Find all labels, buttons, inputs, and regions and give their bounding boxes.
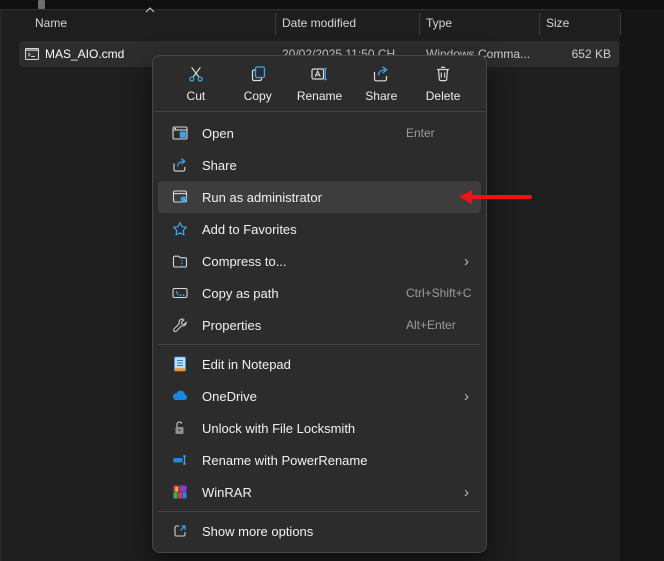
menu-item-run-as-administrator[interactable]: Run as administrator: [158, 181, 481, 213]
menu-item-label: Unlock with File Locksmith: [202, 421, 355, 436]
compress-icon: [171, 252, 189, 270]
winrar-icon: [171, 483, 189, 501]
quick-action-label: Share: [365, 89, 397, 103]
file-size: 652 KB: [572, 47, 611, 61]
favorites-star-icon: [171, 220, 189, 238]
quick-actions-bar: Cut Copy Rename: [153, 56, 486, 112]
toolbar-remnant: [38, 0, 45, 9]
menu-item-add-to-favorites[interactable]: Add to Favorites: [158, 213, 481, 245]
quick-action-share[interactable]: Share: [350, 60, 412, 108]
run-admin-icon: [171, 188, 189, 206]
notepad-icon: [171, 355, 189, 373]
menu-item-winrar[interactable]: WinRAR ›: [158, 476, 481, 508]
open-icon: [171, 124, 189, 142]
arrow-shaft: [470, 195, 532, 199]
submenu-chevron-icon: ›: [464, 389, 469, 404]
menu-item-label: Add to Favorites: [202, 222, 297, 237]
powerrename-icon: [171, 451, 189, 469]
menu-item-properties[interactable]: Properties Alt+Enter: [158, 309, 481, 341]
submenu-chevron-icon: ›: [464, 485, 469, 500]
rename-icon: [309, 64, 329, 84]
menu-item-share[interactable]: Share: [158, 149, 481, 181]
menu-item-shortcut: Ctrl+Shift+C: [406, 286, 471, 300]
quick-action-copy[interactable]: Copy: [227, 60, 289, 108]
menu-item-rename-with-powerrename[interactable]: Rename with PowerRename: [158, 444, 481, 476]
menu-item-label: Rename with PowerRename: [202, 453, 367, 468]
column-divider[interactable]: [275, 13, 276, 35]
menu-item-label: Show more options: [202, 524, 313, 539]
show-more-icon: [171, 522, 189, 540]
quick-action-rename[interactable]: Rename: [289, 60, 351, 108]
submenu-chevron-icon: ›: [464, 254, 469, 269]
menu-item-label: Run as administrator: [202, 190, 322, 205]
quick-action-label: Cut: [187, 89, 206, 103]
column-header-size[interactable]: Size: [546, 16, 569, 30]
top-strip: [0, 0, 664, 9]
column-header-row: Name Date modified Type Size: [1, 10, 620, 40]
menu-item-label: Share: [202, 158, 237, 173]
quick-action-label: Rename: [297, 89, 342, 103]
menu-item-open[interactable]: Open Enter: [158, 117, 481, 149]
menu-item-label: Edit in Notepad: [202, 357, 291, 372]
locksmith-icon: [171, 419, 189, 437]
column-header-date-modified[interactable]: Date modified: [282, 16, 356, 30]
menu-item-label: Copy as path: [202, 286, 279, 301]
column-divider[interactable]: [620, 13, 621, 35]
menu-item-label: WinRAR: [202, 485, 252, 500]
menu-items: Open Enter Share Run as admini: [153, 112, 486, 552]
menu-item-compress-to[interactable]: Compress to... ›: [158, 245, 481, 277]
quick-action-label: Copy: [244, 89, 272, 103]
menu-separator: [159, 511, 480, 512]
column-divider[interactable]: [539, 13, 540, 35]
quick-action-label: Delete: [426, 89, 461, 103]
menu-item-edit-in-notepad[interactable]: Edit in Notepad: [158, 348, 481, 380]
properties-icon: [171, 316, 189, 334]
column-divider[interactable]: [419, 13, 420, 35]
copy-icon: [248, 64, 268, 84]
sort-ascending-icon: [145, 7, 155, 13]
menu-item-shortcut: Enter: [406, 126, 435, 140]
column-header-name[interactable]: Name: [35, 16, 67, 30]
copy-path-icon: [171, 284, 189, 302]
menu-item-shortcut: Alt+Enter: [406, 318, 456, 332]
context-menu: Cut Copy Rename: [152, 55, 487, 553]
menu-separator: [159, 344, 480, 345]
cut-icon: [186, 64, 206, 84]
menu-item-copy-as-path[interactable]: Copy as path Ctrl+Shift+C: [158, 277, 481, 309]
column-header-type[interactable]: Type: [426, 16, 452, 30]
menu-item-label: Properties: [202, 318, 261, 333]
annotation-arrow: [459, 190, 532, 204]
cmd-file-icon: [24, 46, 40, 62]
share-icon: [371, 64, 391, 84]
delete-icon: [433, 64, 453, 84]
quick-action-cut[interactable]: Cut: [165, 60, 227, 108]
menu-item-label: Open: [202, 126, 234, 141]
menu-item-unlock-with-file-locksmith[interactable]: Unlock with File Locksmith: [158, 412, 481, 444]
menu-item-onedrive[interactable]: OneDrive ›: [158, 380, 481, 412]
menu-item-show-more-options[interactable]: Show more options: [158, 515, 481, 547]
share-icon: [171, 156, 189, 174]
menu-item-label: Compress to...: [202, 254, 287, 269]
file-name: MAS_AIO.cmd: [45, 47, 124, 61]
onedrive-icon: [171, 387, 189, 405]
menu-item-label: OneDrive: [202, 389, 257, 404]
quick-action-delete[interactable]: Delete: [412, 60, 474, 108]
